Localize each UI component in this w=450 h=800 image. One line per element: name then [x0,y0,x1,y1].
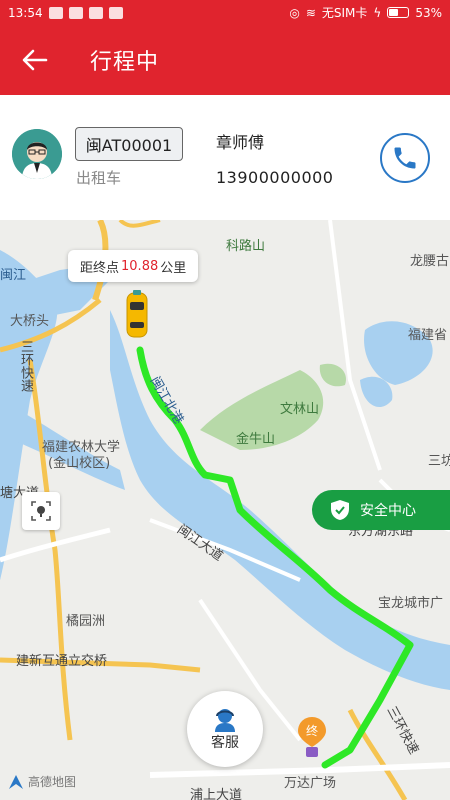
driver-phone: 13900000000 [216,168,334,187]
map-label-dajiaotou: 大桥头 [10,314,50,329]
map-label-fujian: 福建省 [408,328,448,343]
safety-center-label: 安全中心 [360,503,416,519]
charging-icon: ϟ [373,5,382,20]
app-notification-icon [68,6,83,19]
carrier-text: 无SIM卡 [321,6,368,20]
map-label-pushang: 浦上大道 [190,788,243,800]
app-bar: 行程中 [0,25,450,95]
map-label-jianxin: 建新互通立交桥 [16,654,108,669]
phone-icon [394,147,416,169]
status-bar: 13:54 ◎ ≋ 无SIM卡 ϟ 53% [0,0,450,25]
map-label-wanda: 万达广场 [284,776,337,791]
vehicle-type: 出租车 [76,169,122,187]
driver-avatar-icon [12,129,62,179]
map-label-kelushan: 科路山 [226,239,266,254]
message-icon [108,6,123,19]
map-label-jinshan: (金山校区) [48,456,111,471]
usb-icon [48,6,63,19]
driver-card: 闽AT00001 出租车 章师傅 13900000000 [0,95,450,220]
wifi-icon: ≋ [305,5,316,20]
destination-label: 终 [306,723,318,738]
page-title: 行程中 [90,50,160,75]
status-time: 13:54 [8,5,43,20]
map-provider-logo: 高德地图 [8,773,76,790]
map-label-jinniushan: 金牛山 [236,432,276,447]
map-label-sanhuan1: 三环快速 [18,340,33,392]
back-button[interactable] [0,25,70,95]
wechat-icon [88,6,103,19]
map-view[interactable]: 科路山 龙腰古 闽江 大桥头 三环快速 福建省 闽江北港 文林山 金牛山 福建农… [0,220,450,800]
distance-bubble: 距终点 10.88 公里 [68,250,199,282]
headset-icon [215,709,235,732]
customer-service-label: 客服 [211,735,239,751]
map-label-mingjiang: 闽江 [0,268,27,283]
driver-name: 章师傅 [216,133,265,152]
shield-icon [331,500,349,520]
customer-service-button[interactable]: 客服 [187,691,263,767]
destination-marker: 终 [298,717,326,757]
locate-button[interactable] [22,492,60,530]
driver-avatar [12,129,62,179]
map-label-wenlinshan: 文林山 [280,402,320,417]
battery-fill [389,9,399,16]
battery-text: 53% [415,5,442,20]
distance-value: 10.88 [121,258,159,274]
locate-icon [31,501,51,521]
distance-prefix: 距终点 [80,260,120,276]
distance-unit: 公里 [160,260,187,276]
map-label-baolong: 宝龙城市广 [378,596,444,611]
amap-logo-icon [9,774,23,789]
battery-icon [387,7,410,18]
nfc-icon: ◎ [289,5,300,20]
taxi-icon [126,290,148,338]
map-label-juyuanzhou: 橘园洲 [66,614,106,629]
map-provider-label: 高德地图 [28,775,77,789]
map-label-sanfang: 三坊 [428,454,450,469]
arrow-left-icon [22,49,48,71]
call-driver-button[interactable] [380,133,430,183]
safety-center-button[interactable]: 安全中心 [312,490,450,530]
map-label-longtengda: 龙腰古 [410,254,450,269]
license-plate: 闽AT00001 [75,127,183,161]
